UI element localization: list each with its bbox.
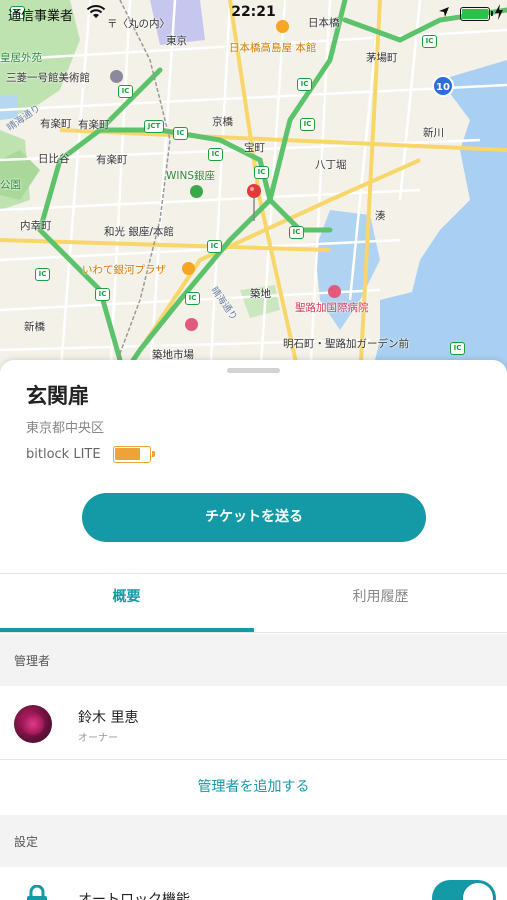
status-time: 22:21 [231, 4, 276, 20]
map-label-iwate-plaza: いわて銀河プラザ [82, 264, 166, 276]
lock-icon [27, 885, 47, 900]
map-label-minato: 湊 [375, 210, 386, 222]
map-label-shinbashi: 新橋 [24, 321, 45, 333]
ic-badge: IC [300, 118, 315, 131]
admins-section-header: 管理者 [0, 634, 507, 686]
device-battery-fill [115, 448, 140, 460]
lock-detail-sheet: 玄関扉 東京都中央区 bitlock LITE チケットを送る 概要 利用履歴 … [0, 360, 507, 900]
map-label-wako: 和光 銀座/本館 [104, 226, 174, 238]
device-battery-icon [112, 445, 155, 463]
ic-badge: IC [35, 268, 50, 281]
map-label-yurakucho-2b: 有楽町 [96, 154, 128, 166]
map-label-uchisaiwaicho: 内幸町 [20, 220, 52, 232]
ic-badge: IC [118, 85, 133, 98]
admin-list-item[interactable]: 鈴木 里恵 オーナー [0, 686, 507, 760]
toggle-knob [463, 883, 493, 900]
admin-name: 鈴木 里恵 [78, 710, 139, 726]
ic-badge: IC [297, 78, 312, 91]
ic-badge: IC [450, 342, 465, 355]
ic-badge: IC [254, 166, 269, 179]
map-label-shinkawa: 新川 [423, 127, 444, 139]
lock-address: 東京都中央区 [26, 421, 105, 436]
device-model: bitlock LITE [26, 446, 101, 462]
tab-bar: 概要 利用履歴 [0, 573, 507, 634]
map-label-yurakucho-1: 有楽町 [40, 118, 72, 130]
map-label-hibiya: 日比谷 [38, 153, 70, 165]
ic-badge: IC [95, 288, 110, 301]
map-label-tokyo: 東京 [166, 35, 187, 47]
map-label-hatchobori: 八丁堀 [315, 159, 347, 171]
phone-battery-icon [460, 7, 493, 21]
location-arrow-icon [439, 7, 449, 17]
map-label-takashimaya: 日本橋高島屋 本館 [229, 42, 317, 54]
ic-badge: IC [289, 226, 304, 239]
device-row: bitlock LITE [26, 445, 155, 463]
auto-lock-label: オートロック機能 [78, 892, 190, 900]
lock-name: 玄関扉 [26, 384, 89, 408]
location-pin-icon[interactable] [246, 183, 262, 223]
add-admin-button[interactable]: 管理者を追加する [0, 760, 507, 815]
map-label-mitsubishi-museum: 三菱一号館美術館 [6, 72, 90, 84]
tab-history[interactable]: 利用履歴 [254, 574, 507, 632]
charging-bolt-icon [495, 4, 503, 20]
settings-header-label: 設定 [14, 835, 39, 849]
ic-badge: IC [185, 292, 200, 305]
tab-divider [0, 632, 507, 633]
settings-section-header: 設定 [0, 815, 507, 867]
map-label-akashicho: 明石町・聖路加ガーデン前 [283, 338, 409, 350]
map-label-kokyo-gaien: 皇居外苑 [0, 52, 42, 64]
avatar [14, 705, 52, 743]
ic-badge: IC [208, 148, 223, 161]
museum-poi-icon [110, 70, 123, 83]
route-10-shield: 10 [432, 75, 454, 97]
ic-badge: IC [207, 240, 222, 253]
phone-battery-fill [462, 9, 488, 19]
map-label-takaracho: 宝町 [244, 142, 265, 154]
tab-overview[interactable]: 概要 [0, 574, 253, 632]
admin-role: オーナー [78, 733, 118, 744]
status-bar: 通信事業者 22:21 [0, 0, 507, 28]
send-ticket-button[interactable]: チケットを送る [82, 493, 426, 542]
map-label-wins-ginza: WINS銀座 [166, 170, 215, 182]
map-label-park: 公園 [0, 179, 21, 191]
map-label-st-lukes: 聖路加国際病院 [295, 302, 369, 314]
map-label-kayabacho: 茅場町 [366, 52, 398, 64]
jct-badge: JCT [144, 120, 164, 133]
map-label-yurakucho-2: 有楽町 [78, 119, 110, 131]
hospital-poi-icon [328, 285, 341, 298]
ic-badge: IC [422, 35, 437, 48]
auto-lock-toggle[interactable] [432, 880, 496, 900]
map-view[interactable]: 皇居外苑 三菱一号館美術館 有楽町 有楽町 日比谷 有楽町 晴海通り 公園 内幸… [0, 0, 507, 380]
wins-poi-icon [190, 185, 203, 198]
map-label-kyobashi: 京橋 [212, 116, 233, 128]
shop-poi-icon [182, 262, 195, 275]
sheet-drag-handle[interactable] [227, 368, 280, 373]
auto-lock-setting-row: オートロック機能 [0, 867, 507, 900]
admins-header-label: 管理者 [14, 654, 51, 668]
hospital-poi-icon [185, 318, 198, 331]
ic-badge: IC [173, 127, 188, 140]
map-label-tsukiji: 築地 [250, 288, 271, 300]
